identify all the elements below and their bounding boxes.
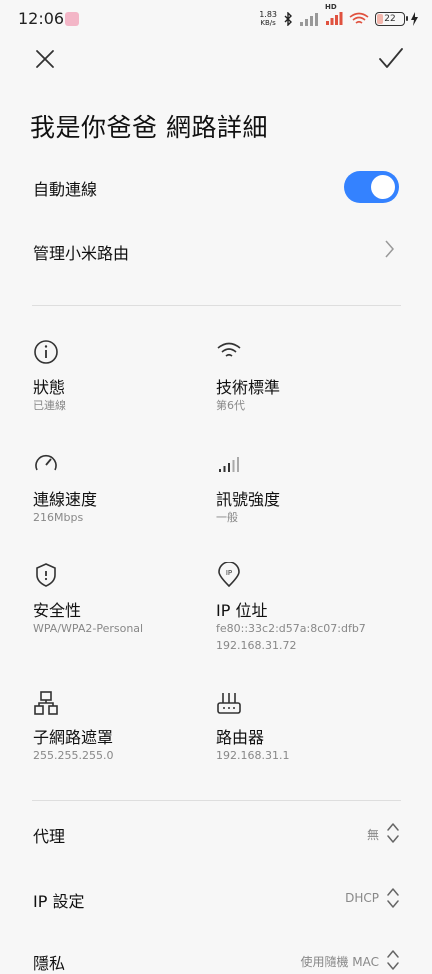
ip-title: IP 位址 [216,601,268,620]
chevron-right-icon [385,240,394,258]
security-value: WPA/WPA2-Personal [33,622,144,635]
confirm-button[interactable] [376,44,406,74]
signal-hd-icon: HD [325,3,343,28]
subnet-value: 255.255.255.0 [33,749,114,762]
ip-setting-value: DHCP [345,891,379,905]
auto-connect-toggle[interactable] [344,171,399,203]
router-icon [217,693,241,714]
signal-title: 訊號強度 [216,490,281,509]
manage-router-item[interactable]: 管理小米路由 [33,240,129,264]
speed-title: 連線速度 [33,490,98,509]
wifi-status-icon [349,12,369,24]
security-title: 安全性 [33,601,82,620]
checkmark-icon [379,48,403,68]
toggle-knob [371,175,395,199]
battery-icon: 22 [375,12,408,26]
proxy-value: 無 [366,828,379,842]
page-title: 我是你爸爸 網路詳細 [30,113,268,142]
speedometer-icon [35,454,57,471]
close-icon [36,50,54,68]
signal-value: 一般 [216,511,238,524]
expand-collapse-icon[interactable] [386,821,400,845]
signal-bars-icon [219,457,239,472]
status-value: 已連線 [33,399,66,412]
divider [32,305,401,306]
standard-value: 第6代 [216,399,245,412]
app-notification-icon [65,12,79,26]
expand-collapse-icon[interactable] [386,886,400,910]
wifi-icon [217,342,241,357]
standard-title: 技術標準 [216,378,281,397]
ip-value-v6: fe80::33c2:d57a:8c07:dfb7 [216,622,366,635]
network-speed: 1.83 KB/s [259,10,277,27]
charging-icon [411,12,418,26]
auto-connect-label: 自動連線 [33,180,98,199]
close-button[interactable] [30,44,60,74]
svg-text:IP: IP [226,569,232,577]
subnet-title: 子網路遮罩 [33,728,114,747]
router-title: 路由器 [216,728,265,747]
privacy-value: 使用隨機 MAC [300,955,379,969]
divider [32,800,401,801]
ip-value-v4: 192.168.31.72 [216,639,297,652]
info-icon [34,340,58,364]
ip-setting-item[interactable]: IP 設定 [33,888,84,912]
expand-collapse-icon[interactable] [386,948,400,972]
shield-icon [36,563,56,587]
status-icons: 1.83 KB/s HD 22 [259,3,418,30]
signal-icon [300,13,318,26]
status-title: 狀態 [33,378,66,397]
speed-value: 216Mbps [33,511,84,524]
privacy-item[interactable]: 隱私 [33,950,65,974]
router-value: 192.168.31.1 [216,749,290,762]
ip-location-icon: IP [218,562,240,588]
status-time: 12:06 [18,9,65,28]
network-tree-icon [34,691,58,715]
proxy-item[interactable]: 代理 [33,823,65,847]
bluetooth-icon [284,12,292,26]
